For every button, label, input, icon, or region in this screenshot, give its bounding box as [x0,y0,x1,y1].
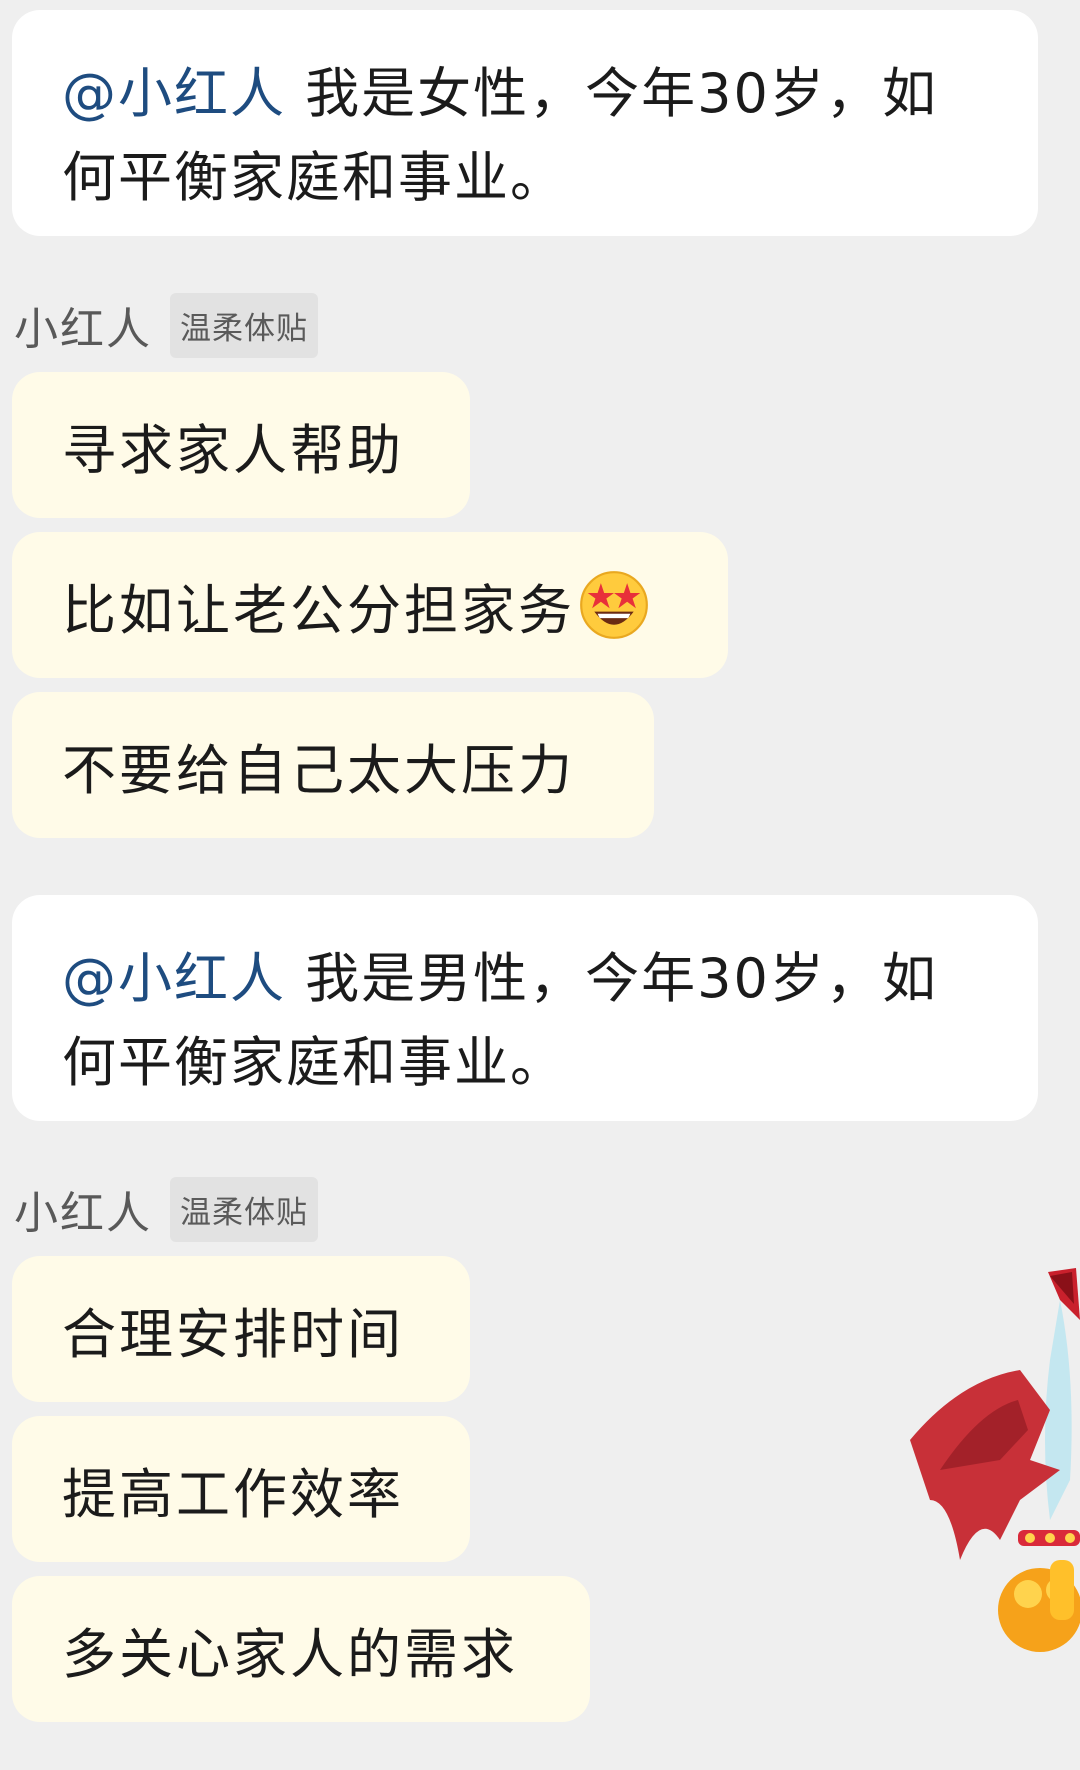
question-bubble-female[interactable]: @小红人 我是女性，今年30岁，如 何平衡家庭和事业。 [12,10,1038,236]
question-bubble-male[interactable]: @小红人 我是男性，今年30岁，如 何平衡家庭和事业。 [12,895,1038,1121]
question-text-line2: 何平衡家庭和事业。 [62,1031,566,1094]
reply-text: 多关心家人的需求 [62,1622,518,1686]
chat-thread: @小红人 我是女性，今年30岁，如 何平衡家庭和事业。 小红人 温柔体贴 寻求家… [0,0,1080,1770]
reply-bubble[interactable]: 合理安排时间 [12,1256,470,1402]
reply-text: 不要给自己太大压力 [62,738,575,802]
mention-link[interactable]: @小红人 [62,62,286,125]
sender-name[interactable]: 小红人 [14,1177,152,1241]
reply-text: 寻求家人帮助 [62,418,404,482]
reply-bubble[interactable]: 比如让老公分担家务 [12,532,728,678]
personality-tag: 温柔体贴 [170,1176,318,1242]
reply-bubble[interactable]: 不要给自己太大压力 [12,692,654,838]
reply-text: 提高工作效率 [62,1462,404,1526]
sender-name[interactable]: 小红人 [14,293,152,357]
question-text-line1: 我是女性，今年30岁，如 [286,62,938,125]
reply-bubble[interactable]: 提高工作效率 [12,1416,470,1562]
star-struck-emoji-icon [580,571,648,639]
mention-link[interactable]: @小红人 [62,947,286,1010]
sender-header: 小红人 温柔体贴 [14,1174,318,1244]
sender-header: 小红人 温柔体贴 [14,290,318,360]
reply-bubble[interactable]: 多关心家人的需求 [12,1576,590,1722]
personality-tag: 温柔体贴 [170,292,318,358]
reply-text: 比如让老公分担家务 [62,578,575,642]
red-cat-sticker-icon [910,1268,1080,1652]
question-text-line1: 我是男性，今年30岁，如 [286,947,938,1010]
reply-bubble[interactable]: 寻求家人帮助 [12,372,470,518]
question-text-line2: 何平衡家庭和事业。 [62,146,566,209]
reply-text: 合理安排时间 [62,1302,404,1366]
